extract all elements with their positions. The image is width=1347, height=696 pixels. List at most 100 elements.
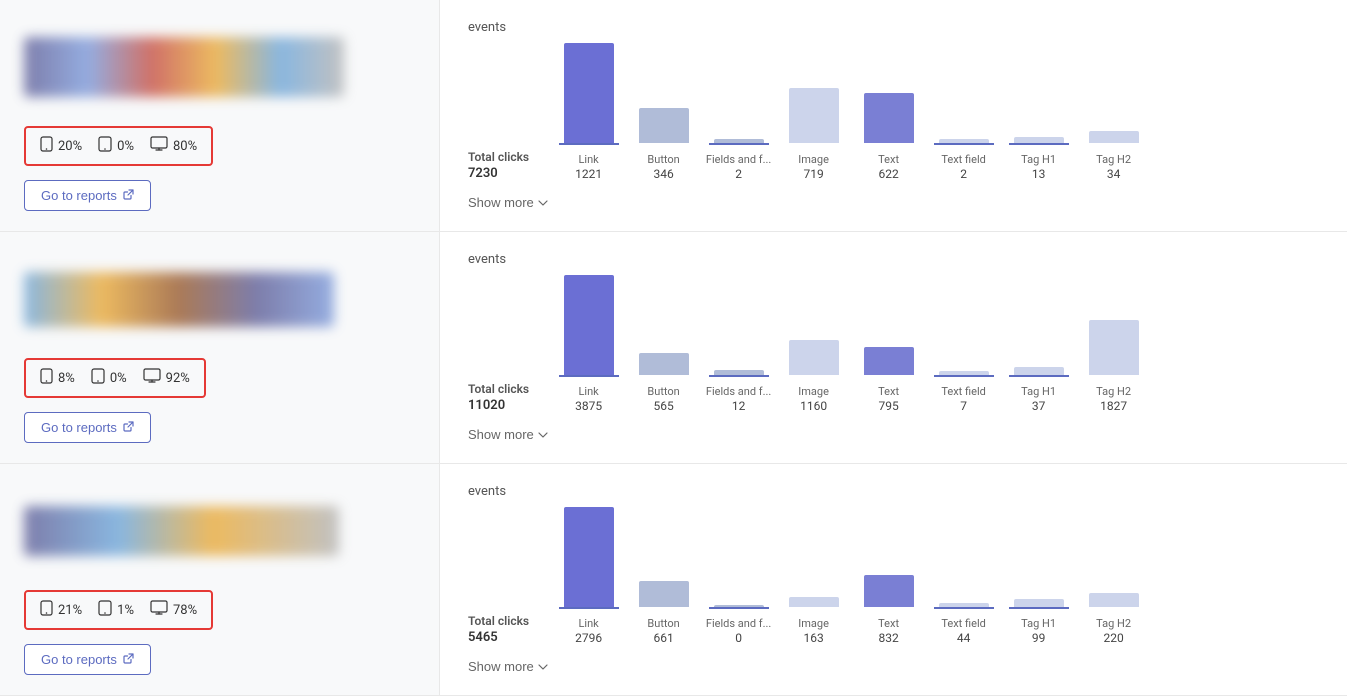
device-item-mobile-3: 21% bbox=[40, 600, 82, 620]
show-more-button-3[interactable]: Show more bbox=[468, 659, 548, 674]
bar-value-4: 622 bbox=[878, 167, 898, 181]
bar-value-5: 7 bbox=[960, 399, 967, 413]
bar-value-7: 1827 bbox=[1100, 399, 1127, 413]
bar-3 bbox=[789, 88, 839, 143]
show-more-label: Show more bbox=[468, 659, 534, 674]
bar-6 bbox=[1014, 367, 1064, 375]
bar-value-3: 719 bbox=[803, 167, 823, 181]
bar-col-text-2: Text795 bbox=[851, 347, 926, 413]
device-stats-3: 21% 1% 78% bbox=[24, 590, 213, 630]
bar-col-image-1: Image719 bbox=[776, 88, 851, 181]
external-link-icon bbox=[123, 188, 134, 203]
total-clicks-container-2: Total clicks11020 bbox=[468, 382, 541, 413]
bars-container-2: Link3875Button565Fields and f...12Image1… bbox=[551, 275, 1151, 413]
device-label-mobile: 21% bbox=[58, 603, 82, 618]
bar-4 bbox=[864, 575, 914, 607]
device-item-desktop-2: 92% bbox=[143, 368, 190, 388]
bar-label-3: Image bbox=[798, 617, 829, 630]
bar-underline-2 bbox=[709, 375, 769, 377]
bar-col-text-field-1: Text field2 bbox=[926, 139, 1001, 181]
bar-underline-5 bbox=[934, 375, 994, 377]
left-panel-2: 8% 0% 92% Go to reports bbox=[0, 232, 440, 463]
total-clicks-value: 7230 bbox=[468, 166, 498, 181]
chevron-down-icon bbox=[538, 195, 548, 210]
total-clicks-value: 5465 bbox=[468, 630, 498, 645]
bar-0 bbox=[564, 507, 614, 607]
left-panel-1: 20% 0% 80% Go to reports bbox=[0, 0, 440, 231]
total-clicks-container-3: Total clicks5465 bbox=[468, 614, 541, 645]
device-item-tablet-1: 0% bbox=[98, 136, 134, 156]
device-stats-1: 20% 0% 80% bbox=[24, 126, 213, 166]
bar-label-3: Image bbox=[798, 153, 829, 166]
bar-label-0: Link bbox=[578, 385, 598, 398]
go-to-reports-button-2[interactable]: Go to reports bbox=[24, 412, 151, 443]
bar-col-link-3: Link2796 bbox=[551, 507, 626, 645]
bar-label-5: Text field bbox=[941, 153, 985, 166]
show-more-button-1[interactable]: Show more bbox=[468, 195, 548, 210]
external-link-icon bbox=[123, 420, 134, 435]
mobile-icon bbox=[40, 600, 53, 620]
device-label-mobile: 20% bbox=[58, 139, 82, 154]
bar-value-1: 565 bbox=[653, 399, 673, 413]
bar-label-2: Fields and f... bbox=[706, 385, 771, 398]
bar-col-fields-and-f...-3: Fields and f...0 bbox=[701, 605, 776, 645]
bar-underline-0 bbox=[559, 375, 619, 377]
page-container: 20%0%80%Go to reportseventsTotal clicks7… bbox=[0, 0, 1347, 696]
go-to-reports-label: Go to reports bbox=[41, 188, 117, 203]
bar-value-5: 2 bbox=[960, 167, 967, 181]
tablet-icon bbox=[98, 600, 112, 620]
thumbnail-2 bbox=[24, 252, 415, 346]
total-clicks-container-1: Total clicks7230 bbox=[468, 150, 541, 181]
bar-value-1: 661 bbox=[653, 631, 673, 645]
desktop-icon bbox=[143, 368, 161, 388]
bar-col-link-2: Link3875 bbox=[551, 275, 626, 413]
bar-3 bbox=[789, 597, 839, 607]
desktop-icon bbox=[150, 600, 168, 620]
show-more-button-2[interactable]: Show more bbox=[468, 427, 548, 442]
go-to-reports-button-3[interactable]: Go to reports bbox=[24, 644, 151, 675]
bar-col-image-3: Image163 bbox=[776, 597, 851, 645]
bar-label-0: Link bbox=[578, 153, 598, 166]
device-label-tablet: 0% bbox=[117, 139, 134, 154]
bar-col-tag-h1-1: Tag H113 bbox=[1001, 137, 1076, 181]
external-link-icon bbox=[123, 652, 134, 667]
bar-underline-2 bbox=[709, 607, 769, 609]
bar-label-7: Tag H2 bbox=[1096, 617, 1131, 630]
device-label-desktop: 80% bbox=[173, 139, 197, 154]
device-item-mobile-2: 8% bbox=[40, 368, 75, 388]
right-panel-3: eventsTotal clicks5465Link2796Button661F… bbox=[440, 464, 1347, 695]
bar-col-tag-h1-3: Tag H199 bbox=[1001, 599, 1076, 645]
right-panel-1: events Total clicks7230 Link1221 Button346F… bbox=[440, 0, 1347, 231]
bars-container-3: Link2796 Button661 Fields and f...0Image16… bbox=[551, 507, 1151, 645]
bar-col-text-3: Text832 bbox=[851, 575, 926, 645]
bar-value-0: 3875 bbox=[575, 399, 602, 413]
go-to-reports-button-1[interactable]: Go to reports bbox=[24, 180, 151, 211]
bar-col-fields-and-f...-1: Fields and f...2 bbox=[701, 139, 776, 181]
row-card-2: 8%0%92%Go to reportseventsTotal clicks11… bbox=[0, 232, 1347, 464]
bar-label-6: Tag H1 bbox=[1021, 153, 1056, 166]
bar-label-5: Text field bbox=[941, 385, 985, 398]
bar-value-7: 220 bbox=[1103, 631, 1123, 645]
mobile-icon bbox=[40, 136, 53, 156]
bar-underline-6 bbox=[1009, 607, 1069, 609]
bar-col-image-2: Image1160 bbox=[776, 340, 851, 413]
bar-value-0: 1221 bbox=[575, 167, 602, 181]
device-label-tablet: 0% bbox=[110, 371, 127, 386]
bar-col-button-1: Button346 bbox=[626, 108, 701, 181]
bar-label-1: Button bbox=[647, 617, 679, 630]
chevron-down-icon bbox=[538, 427, 548, 442]
device-label-desktop: 78% bbox=[173, 603, 197, 618]
device-item-desktop-1: 80% bbox=[150, 136, 197, 156]
bar-label-2: Fields and f... bbox=[706, 617, 771, 630]
show-more-label: Show more bbox=[468, 427, 534, 442]
bar-0 bbox=[564, 275, 614, 375]
bar-value-4: 832 bbox=[878, 631, 898, 645]
bar-label-4: Text bbox=[878, 385, 899, 398]
events-label-1: events bbox=[468, 20, 1319, 35]
bar-underline-5 bbox=[934, 143, 994, 145]
bar-value-5: 44 bbox=[957, 631, 971, 645]
bar-value-3: 1160 bbox=[800, 399, 827, 413]
total-clicks-label: Total clicks bbox=[468, 614, 529, 630]
bar-col-tag-h1-2: Tag H137 bbox=[1001, 367, 1076, 413]
device-label-tablet: 1% bbox=[117, 603, 134, 618]
